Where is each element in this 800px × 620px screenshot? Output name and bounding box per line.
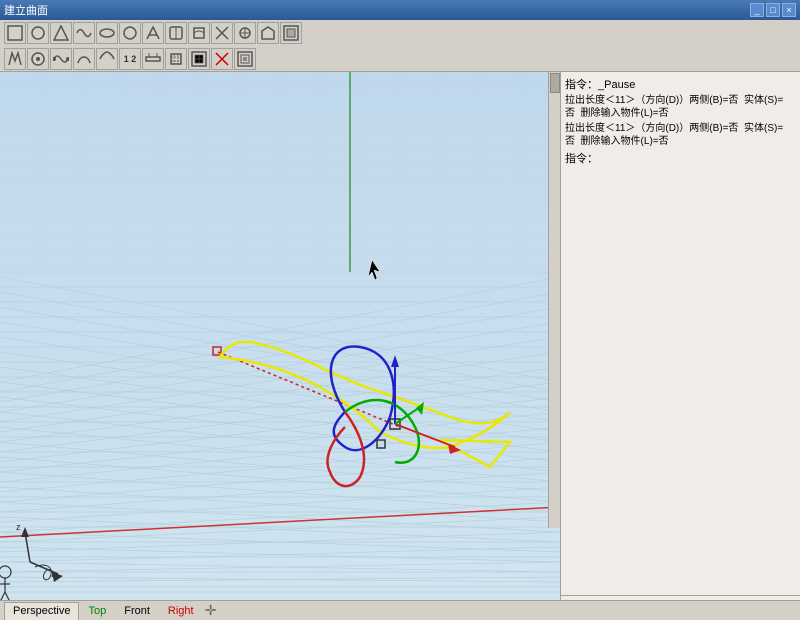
- tab-right[interactable]: Right: [159, 602, 203, 620]
- tab-front[interactable]: Front: [115, 602, 159, 620]
- maximize-button[interactable]: □: [766, 3, 780, 17]
- tool-btn-3[interactable]: [50, 22, 72, 44]
- tool-btn-9[interactable]: [188, 22, 210, 44]
- titlebar-title: 建立曲面: [4, 2, 48, 18]
- bottom-bar: Perspective Top Front Right ✛: [0, 600, 800, 620]
- tool-btn-r2-3[interactable]: [50, 48, 72, 70]
- tool-btn-r2-2[interactable]: [27, 48, 49, 70]
- tool-btn-7[interactable]: [142, 22, 164, 44]
- titlebar: 建立曲面 _ □ ×: [0, 0, 800, 20]
- tool-btn-r2-5[interactable]: [96, 48, 118, 70]
- scrollbar-thumb[interactable]: [550, 73, 560, 93]
- tool-btn-r2-4[interactable]: [73, 48, 95, 70]
- tool-btn-13[interactable]: [280, 22, 302, 44]
- tool-btn-r2-7[interactable]: [142, 48, 164, 70]
- tool-btn-r2-1[interactable]: [4, 48, 26, 70]
- cmd-prompt: 指令：: [565, 150, 796, 166]
- viewport[interactable]: z: [0, 72, 560, 600]
- minimize-button[interactable]: _: [750, 3, 764, 17]
- tab-perspective[interactable]: Perspective: [4, 602, 79, 620]
- add-viewport-button[interactable]: ✛: [203, 603, 219, 619]
- scene-svg: z: [0, 72, 560, 600]
- tool-btn-11[interactable]: [234, 22, 256, 44]
- tool-btn-r2-8[interactable]: [165, 48, 187, 70]
- close-button[interactable]: ×: [782, 3, 796, 17]
- tab-top[interactable]: Top: [79, 602, 115, 620]
- svg-text:z: z: [16, 522, 21, 532]
- scrollbar[interactable]: [548, 72, 560, 528]
- tool-btn-1[interactable]: [4, 22, 26, 44]
- tool-btn-2[interactable]: [27, 22, 49, 44]
- tool-btn-6[interactable]: [119, 22, 141, 44]
- toolbar: 1 2: [0, 20, 800, 72]
- titlebar-controls[interactable]: _ □ ×: [750, 3, 796, 17]
- command-output: 指令：_Pause 拉出长度＜11＞（方向(D)）两侧(B)=否 实体(S)=否…: [561, 72, 800, 596]
- main-area: z 指令：_Pause 拉出长度＜11＞（方向(D)）两侧(B): [0, 72, 800, 600]
- tool-btn-r2-9[interactable]: [188, 48, 210, 70]
- tool-btn-10[interactable]: [211, 22, 233, 44]
- tool-btn-4[interactable]: [73, 22, 95, 44]
- tool-btn-r2-6[interactable]: 1 2: [119, 48, 141, 70]
- cmd-line-2: 拉出长度＜11＞（方向(D)）两侧(B)=否 实体(S)=否 删除输入物件(L)…: [565, 94, 796, 120]
- command-panel: 指令：_Pause 拉出长度＜11＞（方向(D)）两侧(B)=否 实体(S)=否…: [560, 72, 800, 600]
- tool-btn-r2-11[interactable]: [234, 48, 256, 70]
- tool-btn-8[interactable]: [165, 22, 187, 44]
- tool-btn-12[interactable]: [257, 22, 279, 44]
- tool-btn-r2-10[interactable]: [211, 48, 233, 70]
- cmd-line-3: 拉出长度＜11＞（方向(D)）两侧(B)=否 实体(S)=否 删除输入物件(L)…: [565, 122, 796, 148]
- tool-btn-5[interactable]: [96, 22, 118, 44]
- cmd-line-1: 指令：_Pause: [565, 76, 796, 92]
- command-input-area: [561, 596, 800, 600]
